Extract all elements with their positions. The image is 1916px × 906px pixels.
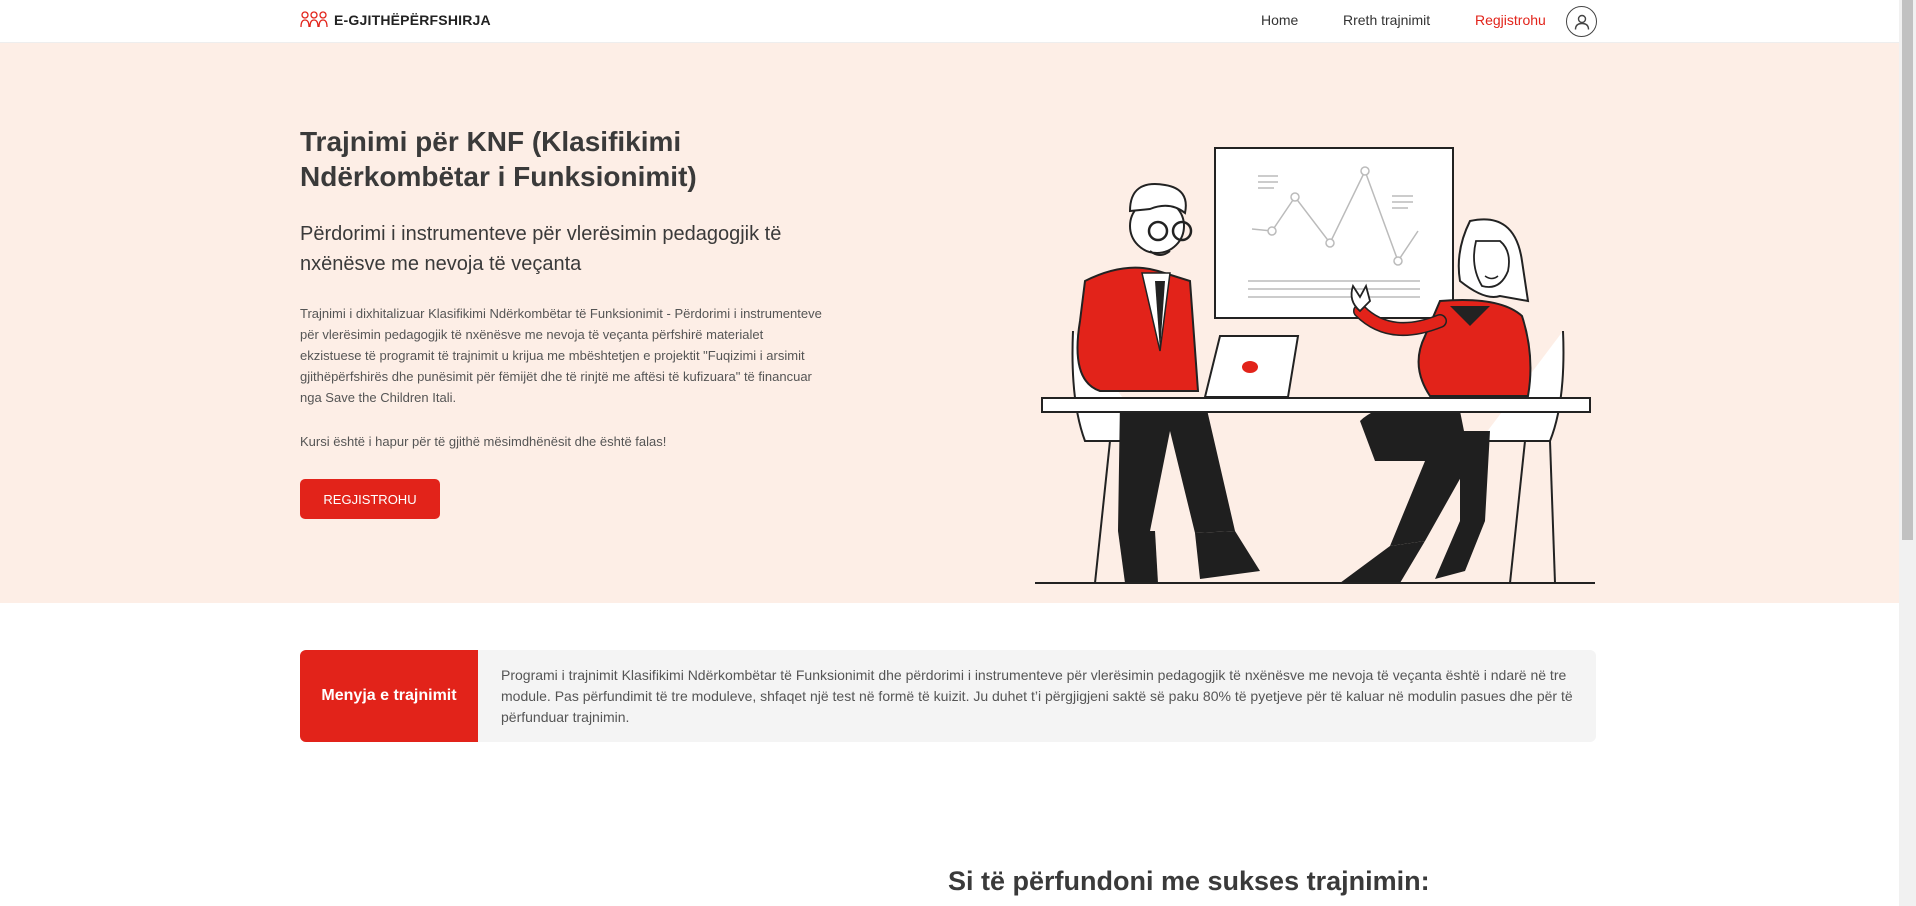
training-menu-text: Programi i trajnimit Klasifikimi Ndërkom… [501,667,1573,725]
top-navbar: E-GJITHËPËRFSHIRJA Home Rreth trajnimit … [0,0,1899,43]
hero-note: Kursi është i hapur për të gjithë mësimd… [300,434,667,449]
hero-section: Trajnimi për KNF (Klasifikimi Ndërkombët… [0,43,1899,603]
meeting-illustration [1035,147,1595,584]
section-title: Si të përfundoni me sukses trajnimin: [948,866,1430,896]
logo-text: E-GJITHËPËRFSHIRJA [334,12,491,28]
training-menu-box: Menyja e trajnimit Programi i trajnimit … [300,650,1596,742]
scrollbar-thumb[interactable] [1902,0,1913,540]
nav-home[interactable]: Home [1261,12,1298,28]
site-logo[interactable]: E-GJITHËPËRFSHIRJA [300,10,491,30]
hero-subtitle: Përdorimi i instrumenteve për vlerësimin… [300,223,782,275]
nav-register[interactable]: Regjistrohu [1475,12,1546,28]
user-account-button[interactable] [1566,6,1597,37]
nav-about[interactable]: Rreth trajnimit [1343,12,1430,28]
hero-title: Trajnimi për KNF (Klasifikimi Ndërkombët… [300,126,697,192]
training-menu-label[interactable]: Menyja e trajnimit [300,650,478,742]
hero-description: Trajnimi i dixhitalizuar Klasifikimi Ndë… [300,306,822,405]
register-button[interactable]: REGJISTROHU [300,479,440,519]
user-icon [1574,14,1589,30]
people-group-icon [300,11,328,28]
page: E-GJITHËPËRFSHIRJA Home Rreth trajnimit … [0,0,1899,906]
page-scrollbar[interactable] [1899,0,1916,906]
